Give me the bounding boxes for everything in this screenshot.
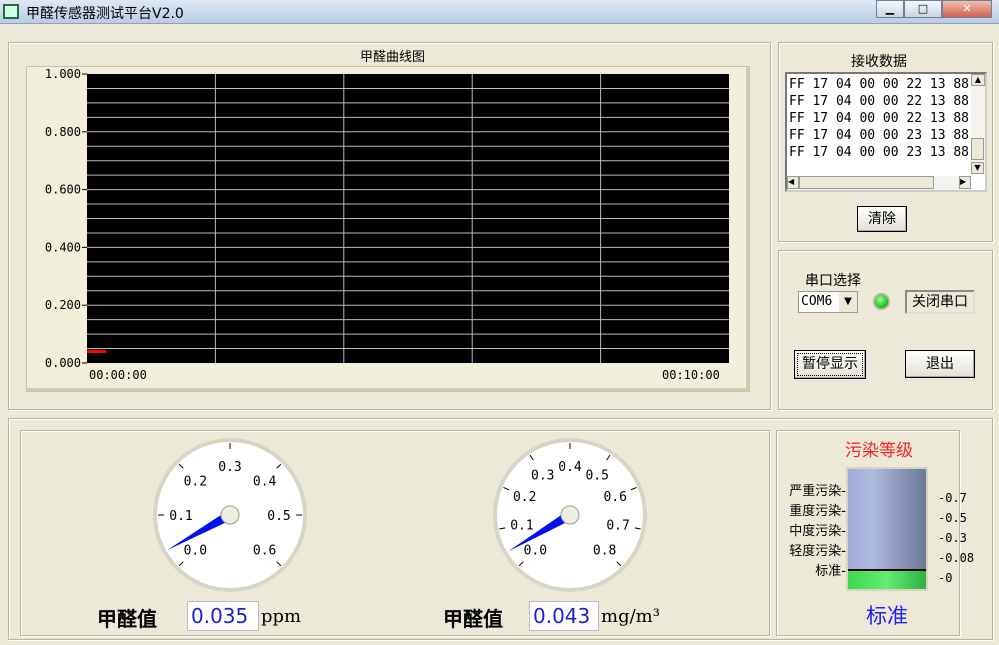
serial-title: 串口选择 xyxy=(805,273,861,289)
y-tick-label: 1.000 xyxy=(45,67,81,81)
scroll-right-icon[interactable]: ▶ xyxy=(959,176,971,189)
window-title: 甲醛传感器测试平台V2.0 xyxy=(26,6,184,22)
ppm-label: 甲醛值 xyxy=(97,607,157,631)
port-select[interactable]: COM6 ▼ xyxy=(798,291,858,313)
gauge-tick-label: 0.3 xyxy=(531,468,554,483)
gauge-tick-label: 0.3 xyxy=(218,460,241,475)
mgm3-value: 0.043 xyxy=(529,601,599,631)
clear-button[interactable]: 清除 xyxy=(857,206,907,232)
chart-title: 甲醛曲线图 xyxy=(360,50,426,65)
title-bar: 甲醛传感器测试平台V2.0 ▁ □ ✕ xyxy=(0,0,999,24)
receive-line: FF 17 04 00 00 22 13 88 xyxy=(789,111,970,126)
close-port-button[interactable]: 关闭串口 xyxy=(905,290,975,314)
level-label: 标准- xyxy=(815,564,846,579)
receive-line: FF 17 04 00 00 23 13 88 xyxy=(789,128,970,143)
exit-button[interactable]: 退出 xyxy=(905,350,975,378)
level-scale-label: -0 xyxy=(938,571,953,585)
receive-textbox[interactable]: FF 17 04 00 00 22 13 88 FF 17 04 00 00 22… xyxy=(785,72,987,192)
y-tick-label: 0.000 xyxy=(45,356,81,370)
gauge-tick-label: 0.7 xyxy=(606,519,629,534)
gauge-tick-label: 0.0 xyxy=(524,544,547,559)
close-button[interactable]: ✕ xyxy=(942,0,992,18)
horizontal-scrollbar[interactable]: ◀ ▶ xyxy=(787,176,971,190)
level-scale-label: -0.3 xyxy=(938,531,967,545)
gauge-tick-label: 0.1 xyxy=(169,509,192,524)
y-tick-label: 0.800 xyxy=(45,125,81,139)
level-title: 污染等级 xyxy=(845,441,913,461)
ppm-value: 0.035 xyxy=(187,601,259,631)
formaldehyde-chart: 1.000 0.800 0.600 0.400 0.200 0.000 xyxy=(45,67,729,370)
maximize-button[interactable]: □ xyxy=(904,0,942,18)
gauge-tick-label: 0.5 xyxy=(585,468,608,483)
level-scale-label: -0.5 xyxy=(938,511,967,525)
gauge-tick-label: 0.6 xyxy=(253,544,276,559)
scroll-up-icon[interactable]: ▲ xyxy=(971,74,985,86)
app-icon xyxy=(3,4,19,19)
level-scale-label: -0.08 xyxy=(938,551,975,565)
ppm-unit: ppm xyxy=(261,606,302,627)
minimize-button[interactable]: ▁ xyxy=(876,0,904,18)
gauge-tick-label: 0.2 xyxy=(184,474,207,489)
level-label: 轻度污染- xyxy=(789,544,846,559)
current-level: 标准 xyxy=(866,604,908,628)
x-label-end: 00:10:00 xyxy=(662,368,720,382)
pause-display-button[interactable]: 暂停显示 xyxy=(794,350,866,379)
gauge-tick-label: 0.0 xyxy=(184,544,207,559)
receive-line: FF 17 04 00 00 22 13 88 xyxy=(789,94,970,109)
level-label: 严重污染- xyxy=(789,484,846,499)
gauge-tick-label: 0.5 xyxy=(267,509,290,524)
gauge-tick-label: 0.8 xyxy=(593,544,616,559)
y-tick-label: 0.600 xyxy=(45,183,81,197)
hscroll-thumb[interactable] xyxy=(799,176,934,189)
vertical-scrollbar[interactable]: ▲ ▼ xyxy=(971,74,985,174)
level-label: 中度污染- xyxy=(789,524,846,539)
level-label: 重度污染- xyxy=(789,504,846,519)
gauge-hub xyxy=(220,505,240,525)
gauge-tick-label: 0.4 xyxy=(253,474,277,489)
gauge-tick-label: 0.1 xyxy=(510,519,533,534)
ppm-gauge: 0.0 0.1 0.2 0.3 0.4 0.5 0.6 xyxy=(153,438,307,592)
gauge-hub xyxy=(560,505,580,525)
y-tick-label: 0.400 xyxy=(45,240,81,254)
mgm3-gauge: 0.0 0.1 0.2 0.3 0.40.5 0.6 0.7 0.8 xyxy=(493,438,647,592)
mgm3-unit: mg/m³ xyxy=(601,606,660,627)
level-bar xyxy=(846,467,928,591)
mgm3-label: 甲醛值 xyxy=(443,607,503,631)
receive-title: 接收数据 xyxy=(851,54,907,70)
x-label-start: 00:00:00 xyxy=(89,368,147,382)
receive-line: FF 17 04 00 00 23 13 88 xyxy=(789,145,970,160)
scroll-thumb[interactable] xyxy=(971,138,984,160)
chevron-down-icon[interactable]: ▼ xyxy=(839,292,857,312)
gauge-tick-label: 0.2 xyxy=(513,490,536,505)
level-fill xyxy=(848,568,926,589)
gauge-tick-label: 0.4 xyxy=(558,460,582,475)
level-scale-label: -0.7 xyxy=(938,491,967,505)
gauge-tick-label: 0.6 xyxy=(604,490,627,505)
receive-line: FF 17 04 00 00 22 13 88 xyxy=(789,77,970,92)
y-tick-label: 0.200 xyxy=(45,298,81,312)
status-led-icon xyxy=(873,293,890,310)
scroll-down-icon[interactable]: ▼ xyxy=(971,162,984,174)
port-value: COM6 xyxy=(801,294,833,309)
scroll-left-icon[interactable]: ◀ xyxy=(787,176,799,189)
